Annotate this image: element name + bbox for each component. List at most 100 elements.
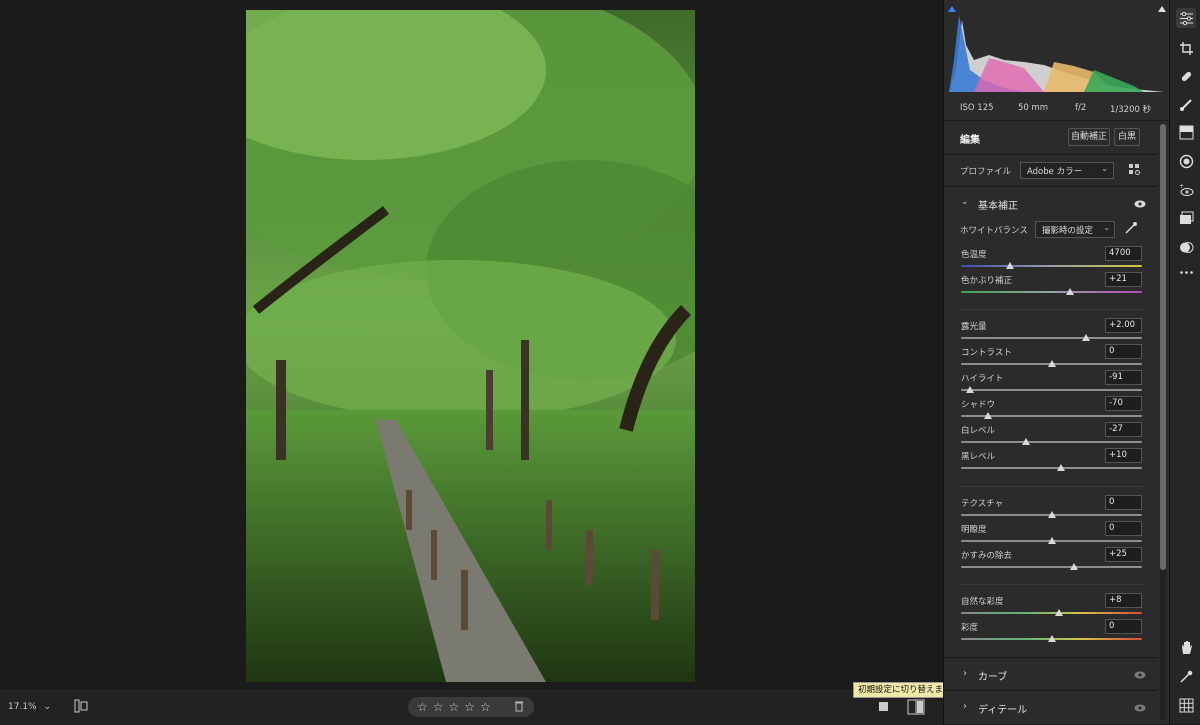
slider-thumb[interactable] [1065,288,1074,295]
slider-label: 明瞭度 [961,525,987,535]
slider-label: テクスチャ [961,499,1004,509]
slider-value-input[interactable]: +25 [1105,547,1142,562]
wb-label: ホワイトバランス [960,226,1028,236]
slider-value-input[interactable]: -91 [1105,370,1142,385]
edit-icon[interactable] [1176,8,1196,28]
color-sampler-icon[interactable] [1176,666,1196,686]
exif-focal: 50 mm [1018,103,1049,113]
slider-track[interactable] [961,389,1142,391]
exif-iso: ISO 125 [960,103,994,113]
heal-icon[interactable] [1176,66,1196,86]
slider-value-input[interactable]: 4700 [1105,246,1142,261]
auto-button[interactable]: 自動補正 [1068,128,1110,146]
curve-section-title[interactable]: カーブ [978,668,1007,683]
slider-value-input[interactable]: +8 [1105,593,1142,608]
slider-track[interactable] [961,265,1142,267]
slider-label: ハイライト [961,374,1004,384]
wb-value: 撮影時の設定 [1042,226,1094,236]
wb-select[interactable]: 撮影時の設定 ⌄ [1035,221,1115,238]
slider-thumb[interactable] [1047,537,1056,544]
chevron-down-icon: ⌄ [1103,223,1110,232]
slider-value-input[interactable]: 0 [1105,344,1142,359]
slider-value-input[interactable]: 0 [1105,495,1142,510]
slider-value-input[interactable]: +2.00 [1105,318,1142,333]
slider-value-input[interactable]: 0 [1105,521,1142,536]
grid-icon[interactable] [1176,695,1196,715]
image-canvas[interactable] [0,0,943,690]
visibility-eye-icon[interactable] [1134,704,1146,712]
slider-track[interactable] [961,612,1142,614]
exif-shutter: 1/3200 秒 [1110,105,1152,115]
basic-section-title[interactable]: 基本補正 [978,197,1018,212]
slider-value-input[interactable]: +21 [1105,272,1142,287]
slider-thumb[interactable] [966,386,975,393]
panel-scrollbar[interactable] [1160,124,1166,720]
bottom-toolbar: 17.1% ⌄ ☆☆☆☆☆ [0,690,943,725]
bw-button[interactable]: 白黒 [1114,128,1140,146]
chevron-right-icon[interactable]: › [963,701,967,712]
visibility-eye-icon[interactable] [1134,200,1146,208]
star-rating[interactable]: ☆☆☆☆☆ [417,700,496,714]
slider-thumb[interactable] [1047,360,1056,367]
slider-label: 色温度 [961,250,987,260]
snapshot-icon[interactable] [1176,237,1196,257]
linear-gradient-icon[interactable] [1176,122,1196,142]
crop-icon[interactable] [1176,38,1196,58]
chevron-right-icon[interactable]: › [963,668,967,679]
slider-value-input[interactable]: -70 [1105,396,1142,411]
slider-track[interactable] [961,566,1142,568]
profile-value: Adobe カラー [1027,167,1083,177]
brush-icon[interactable] [1176,94,1196,114]
radial-gradient-icon[interactable] [1176,151,1196,171]
chevron-down-icon: ⌄ [1101,164,1108,173]
slider-thumb[interactable] [1081,334,1090,341]
scrollbar-thumb[interactable] [1160,124,1166,570]
slider-track[interactable] [961,337,1142,339]
slider-label: コントラスト [961,348,1012,358]
slider-thumb[interactable] [1056,464,1065,471]
rating-bar: ☆☆☆☆☆ [408,697,534,717]
profile-select[interactable]: Adobe カラー ⌄ [1020,162,1114,179]
slider-value-input[interactable]: 0 [1105,619,1142,634]
more-icon[interactable] [1176,262,1196,282]
photo-preview[interactable] [246,10,695,682]
photo-image [246,10,695,682]
slider-thumb[interactable] [1005,262,1014,269]
eyedropper-icon[interactable] [1124,221,1138,235]
slider-thumb[interactable] [984,412,993,419]
profile-label: プロファイル [960,167,1012,177]
edit-panel: ISO 125 50 mm f/2 1/3200 秒 編集 自動補正 白黒 プロ… [943,0,1170,724]
slider-thumb[interactable] [1022,438,1031,445]
redeye-icon[interactable]: + [1176,180,1196,200]
svg-text:+: + [1179,183,1184,190]
section-divider [959,584,1145,585]
slider-label: 黒レベル [961,452,996,462]
slider-label: 白レベル [961,426,996,436]
profile-browser-icon[interactable] [1129,164,1141,176]
visibility-eye-icon[interactable] [1134,671,1146,679]
slider-value-input[interactable]: -27 [1105,422,1142,437]
presets-icon[interactable] [1176,208,1196,228]
slider-track[interactable] [961,291,1142,293]
hand-icon[interactable] [1176,637,1196,657]
before-after-icon[interactable] [878,701,890,713]
slider-track[interactable] [961,441,1142,443]
slider-thumb[interactable] [1047,635,1056,642]
zoom-level[interactable]: 17.1% ⌄ [8,702,51,712]
slider-thumb[interactable] [1054,609,1063,616]
trash-icon[interactable] [514,700,524,712]
slider-track[interactable] [961,467,1142,469]
detail-section-title[interactable]: ディテール [978,701,1027,716]
edit-title: 編集 [960,135,980,146]
zoom-value: 17.1% [8,702,37,712]
chevron-down-icon[interactable]: ⌄ [961,197,969,207]
chevron-down-icon: ⌄ [43,702,52,712]
exif-aperture: f/2 [1075,103,1087,113]
compare-view-icon[interactable] [907,699,925,715]
slider-thumb[interactable] [1047,511,1056,518]
section-divider [959,486,1145,487]
filmstrip-toggle-icon[interactable] [74,699,88,713]
slider-value-input[interactable]: +10 [1105,448,1142,463]
slider-thumb[interactable] [1070,563,1079,570]
slider-label: 彩度 [961,623,979,633]
